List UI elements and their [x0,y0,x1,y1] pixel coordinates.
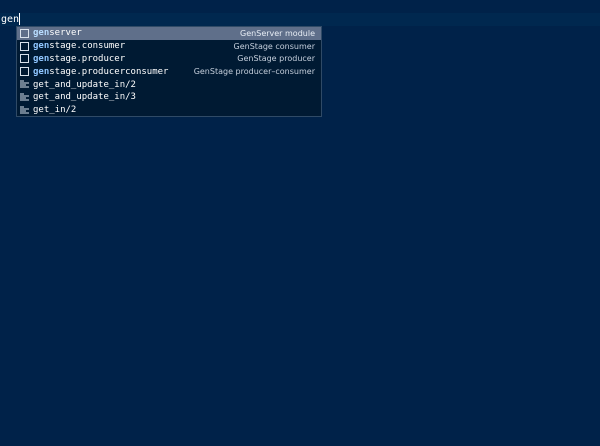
current-line-highlight [0,13,600,26]
module-icon [20,28,29,38]
suggestion-item-6[interactable]: get_in/2 [17,104,321,116]
code-editor[interactable]: gen genserver GenServer module genstage.… [0,0,600,446]
suggestion-item-4[interactable]: get_and_update_in/2 [17,78,321,91]
module-icon [20,54,29,64]
suggestion-detail: GenStage producer–consumer [193,67,315,77]
suggestion-detail: GenServer module [240,28,315,38]
suggestion-detail: GenStage consumer [233,41,315,51]
module-icon [20,41,29,51]
suggestion-item-0[interactable]: genserver GenServer module [17,27,321,40]
suggestion-detail: GenStage producer [237,54,315,64]
function-icon [20,93,29,102]
function-icon [20,106,29,115]
suggestion-label: genstage.producer [33,53,126,64]
suggestion-item-2[interactable]: genstage.producer GenStage producer [17,53,321,66]
suggestion-item-1[interactable]: genstage.consumer GenStage consumer [17,40,321,53]
suggestion-label: get_and_update_in/3 [33,92,136,103]
editor-line[interactable]: gen [1,13,21,26]
suggestion-label: genstage.consumer [33,41,126,52]
function-icon [20,80,29,89]
typed-text: gen [1,14,20,25]
suggestion-label: genstage.producerconsumer [33,66,169,77]
module-icon [20,67,29,77]
autocomplete-widget[interactable]: genserver GenServer module genstage.cons… [16,26,322,117]
suggestion-label: genserver [33,28,82,39]
suggestion-label: get_and_update_in/2 [33,79,136,90]
suggestion-item-3[interactable]: genstage.producerconsumer GenStage produ… [17,65,321,78]
text-cursor [19,13,21,25]
suggestion-item-5[interactable]: get_and_update_in/3 [17,91,321,104]
suggestion-label: get_in/2 [33,105,77,116]
